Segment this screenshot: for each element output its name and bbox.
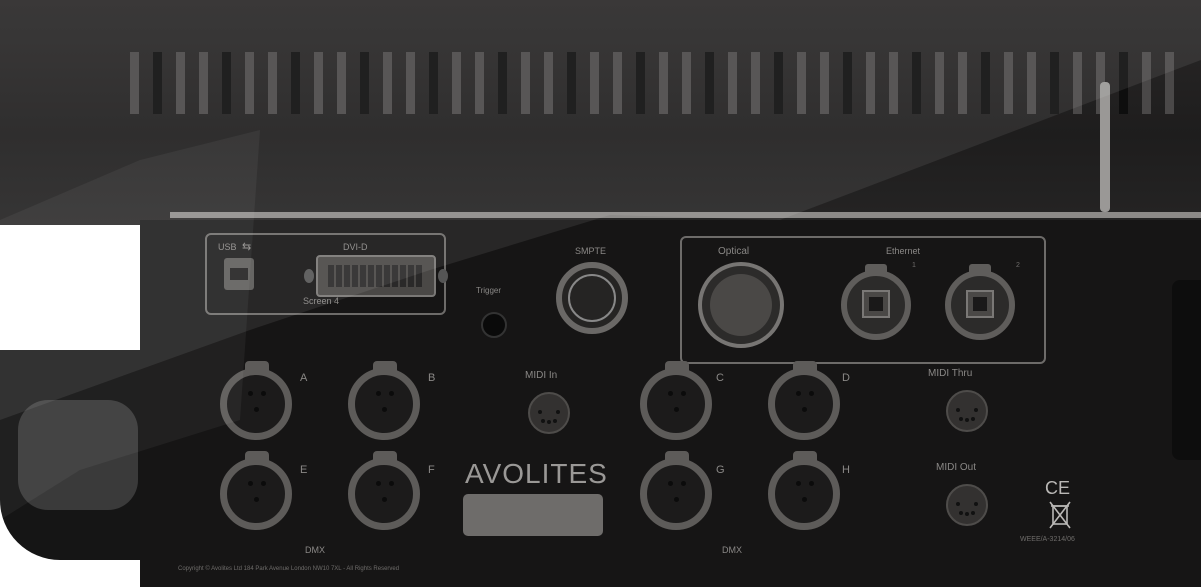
console-rear-photo: USB ⇆ DVI-D Screen 4 Trigger SMPTE Optic…	[0, 0, 1201, 587]
midi-out-port[interactable]	[946, 484, 988, 526]
dmx-d-label: D	[842, 372, 850, 384]
cooling-fin	[981, 52, 990, 114]
cooling-fin	[728, 52, 737, 114]
cooling-fin	[498, 52, 507, 114]
dvi-port[interactable]	[304, 255, 448, 297]
dmx-port-h[interactable]	[768, 451, 840, 530]
cooling-fin	[682, 52, 691, 114]
ethernet-1-label: 1	[912, 262, 916, 269]
cooling-fin	[958, 52, 967, 114]
ethernet-port-2[interactable]	[945, 264, 1015, 340]
dmx-e-label: E	[300, 464, 308, 476]
cooling-fin	[1027, 52, 1036, 114]
cooling-fin	[429, 52, 438, 114]
cooling-fin	[613, 52, 622, 114]
dmx-right-label: DMX	[722, 545, 742, 555]
dmx-a-label: A	[300, 372, 308, 384]
midi-in-port[interactable]	[528, 392, 570, 434]
dmx-b-label: B	[428, 372, 436, 384]
cooling-fin	[383, 52, 392, 114]
cooling-fin	[843, 52, 852, 114]
cooling-fin	[130, 52, 139, 114]
cooling-fin	[544, 52, 553, 114]
dmx-h-label: H	[842, 464, 850, 476]
optical-label: Optical	[718, 246, 750, 257]
serial-text: WEEE/A-3214/06	[1020, 536, 1075, 543]
cooling-fin	[935, 52, 944, 114]
dmx-port-g[interactable]	[640, 451, 712, 530]
cooling-fin	[360, 52, 369, 114]
cooling-fin	[866, 52, 875, 114]
cooling-fin	[521, 52, 530, 114]
cooling-fin	[1119, 52, 1128, 114]
dmx-port-e[interactable]	[220, 451, 292, 530]
midi-thru-port[interactable]	[946, 390, 988, 432]
cooling-fin	[452, 52, 461, 114]
cooling-fin	[590, 52, 599, 114]
cooling-fin	[337, 52, 346, 114]
dmx-g-label: G	[716, 464, 725, 476]
cooling-fin	[889, 52, 898, 114]
cooling-fin	[153, 52, 162, 114]
right-side-bump	[1172, 280, 1201, 460]
dmx-port-c[interactable]	[640, 361, 712, 440]
serial-plate	[463, 494, 603, 536]
cooling-fin	[314, 52, 323, 114]
usb-label: USB	[218, 242, 237, 252]
cooling-fin	[659, 52, 668, 114]
dmx-c-label: C	[716, 372, 724, 384]
cooling-fin	[751, 52, 760, 114]
cooling-fin	[475, 52, 484, 114]
cooling-fin	[176, 52, 185, 114]
smpte-connector[interactable]	[556, 262, 628, 334]
usb-icon: ⇆	[242, 241, 252, 253]
midi-out-label: MIDI Out	[936, 462, 977, 473]
cooling-fin	[820, 52, 829, 114]
ethernet-2-label: 2	[1016, 262, 1020, 269]
ce-mark-icon: CE	[1045, 478, 1071, 498]
midi-thru-label: MIDI Thru	[928, 368, 973, 379]
cooling-fin	[1165, 52, 1174, 114]
cooling-fin	[1073, 52, 1082, 114]
cooling-fin	[291, 52, 300, 114]
cooling-fin	[567, 52, 576, 114]
brand-logo: AVOLITES	[465, 458, 608, 489]
screen-label: Screen 4	[303, 296, 340, 306]
left-handle-grip	[18, 400, 138, 510]
cooling-fin	[636, 52, 645, 114]
cooling-fin	[1142, 52, 1151, 114]
cooling-fin	[774, 52, 783, 114]
dmx-left-label: DMX	[305, 545, 325, 555]
cooling-fin	[1004, 52, 1013, 114]
cooling-fin	[797, 52, 806, 114]
trigger-jack[interactable]	[481, 312, 507, 338]
top-rail	[170, 212, 1201, 218]
dmx-port-f[interactable]	[348, 451, 420, 530]
dmx-f-label: F	[428, 464, 435, 476]
cooling-fin	[245, 52, 254, 114]
weee-bin-icon	[1049, 501, 1071, 529]
cooling-fin	[912, 52, 921, 114]
dmx-port-d[interactable]	[768, 361, 840, 440]
smpte-label: SMPTE	[575, 246, 607, 256]
cooling-fin	[199, 52, 208, 114]
usb-port[interactable]	[224, 258, 254, 290]
right-rod	[1100, 82, 1110, 212]
dmx-port-b[interactable]	[348, 361, 420, 440]
midi-in-label: MIDI In	[525, 370, 558, 381]
cooling-fin	[406, 52, 415, 114]
dvi-label: DVI-D	[343, 242, 368, 252]
optical-connector[interactable]	[698, 262, 784, 348]
dmx-port-a[interactable]	[220, 361, 292, 440]
cooling-fin	[1050, 52, 1059, 114]
cooling-fin	[705, 52, 714, 114]
ethernet-port-1[interactable]	[841, 264, 911, 340]
copyright-text: Copyright © Avolites Ltd 184 Park Avenue…	[178, 566, 400, 572]
ethernet-label: Ethernet	[886, 246, 921, 256]
cooling-fin	[222, 52, 231, 114]
cooling-fin	[268, 52, 277, 114]
trigger-label: Trigger	[476, 286, 502, 295]
